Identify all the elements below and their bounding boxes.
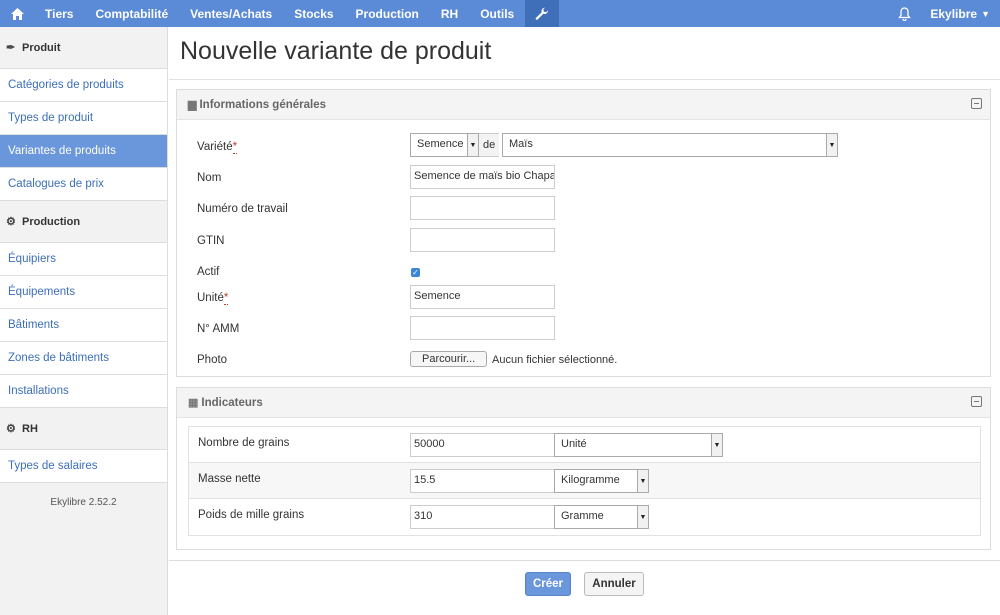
sidebar-section-produit: ✒ Produit [0, 27, 167, 69]
indicator-row: Masse nette 15.5 Kilogramme ▼ [189, 463, 980, 499]
indicator-label: Nombre de grains [198, 437, 290, 449]
gtin-label: GTIN [197, 235, 225, 247]
general-info-panel: ▆ Informations générales Variété* Semenc… [176, 89, 991, 377]
nav-outils[interactable]: Outils [469, 0, 525, 27]
indicator-unit-select[interactable]: Kilogramme ▼ [554, 469, 649, 493]
indicator-row: Nombre de grains 50000 Unité ▼ [189, 427, 980, 463]
select-arrow-icon: ▼ [826, 134, 837, 156]
caret-down-icon: ▼ [981, 8, 990, 19]
user-name: Ekylibre [930, 6, 978, 21]
collapse-icon[interactable] [971, 396, 982, 407]
sidebar-section-title: Produit [22, 41, 61, 54]
required-marker: * [232, 141, 238, 154]
required-marker: * [223, 292, 229, 305]
select-arrow-icon: ▼ [467, 134, 478, 156]
unit-label: Unité [197, 292, 224, 304]
feather-icon: ✒ [6, 42, 16, 54]
nav-tiers[interactable]: Tiers [34, 0, 84, 27]
sidebar-item-categories-produits[interactable]: Catégories de produits [0, 69, 167, 102]
sidebar-item-zones-batiments[interactable]: Zones de bâtiments [0, 342, 167, 375]
nav-ventes-achats[interactable]: Ventes/Achats [179, 0, 283, 27]
sidebar-item-equipiers[interactable]: Équipiers [0, 243, 167, 276]
sidebar-item-catalogues-prix[interactable]: Catalogues de prix [0, 168, 167, 201]
bell-icon[interactable] [886, 0, 922, 27]
panel-title: Indicateurs [201, 396, 263, 409]
variety-de-label: de [479, 133, 500, 157]
amm-label: N° AMM [197, 323, 240, 335]
amm-input[interactable] [410, 316, 555, 340]
main-content: Nouvelle variante de produit ▆ Informati… [169, 27, 1000, 615]
sidebar-item-installations[interactable]: Installations [0, 375, 167, 408]
general-info-header: ▆ Informations générales [177, 90, 990, 120]
indicator-label: Poids de mille grains [198, 509, 305, 521]
sidebar-item-variantes-produits[interactable]: Variantes de produits [0, 135, 167, 168]
work-number-label: Numéro de travail [197, 203, 288, 215]
sidebar-item-types-produit[interactable]: Types de produit [0, 102, 167, 135]
book-icon: ▆ [188, 99, 197, 111]
nav-production[interactable]: Production [345, 0, 430, 27]
name-input[interactable]: Semence de maïs bio Chapa [410, 165, 555, 189]
indicators-panel: ▦ Indicateurs Nombre de grains 50000 Uni… [176, 387, 991, 550]
name-label: Nom [197, 172, 222, 184]
field-photo: Photo Parcourir... Aucun fichier sélecti… [177, 345, 992, 376]
indicator-value-input[interactable]: 310 [410, 505, 555, 529]
cogs-icon: ⚙ [6, 216, 16, 228]
photo-label: Photo [197, 354, 228, 366]
indicators-table: Nombre de grains 50000 Unité ▼ Masse net… [188, 426, 981, 536]
sidebar-item-batiments[interactable]: Bâtiments [0, 309, 167, 342]
nav-stocks[interactable]: Stocks [283, 0, 344, 27]
indicator-value-input[interactable]: 15.5 [410, 469, 555, 493]
grid-icon: ▦ [188, 397, 199, 409]
select-arrow-icon: ▼ [711, 434, 722, 456]
field-nom: Nom Semence de maïs bio Chapa [177, 163, 992, 194]
browse-file-button[interactable]: Parcourir... [410, 351, 488, 367]
page-title: Nouvelle variante de produit [180, 37, 492, 65]
sidebar-section-title: RH [22, 422, 38, 435]
unit-input[interactable]: Semence [410, 285, 555, 309]
field-numero-travail: Numéro de travail [177, 194, 992, 225]
indicator-unit-select[interactable]: Unité ▼ [554, 433, 723, 457]
collapse-icon[interactable] [971, 98, 982, 109]
gear-icon: ⚙ [6, 423, 16, 435]
home-icon[interactable] [0, 0, 34, 27]
field-amm: N° AMM [177, 314, 992, 345]
select-arrow-icon: ▼ [637, 470, 648, 492]
active-checkbox[interactable]: ✓ [411, 268, 420, 277]
file-status: Aucun fichier sélectionné. [492, 354, 618, 366]
wrench-icon[interactable] [525, 0, 560, 27]
field-unite: Unité* Semence [177, 283, 992, 314]
sidebar-section-title: Production [22, 215, 81, 228]
sidebar-item-types-salaires[interactable]: Types de salaires [0, 450, 167, 483]
version-label: Ekylibre 2.52.2 [50, 497, 117, 508]
variety-select[interactable]: Semence ▼ [410, 133, 479, 157]
select-arrow-icon: ▼ [637, 506, 648, 528]
sidebar-section-rh: ⚙ RH [0, 408, 167, 450]
user-menu[interactable]: Ekylibre ▼ [922, 0, 1000, 27]
variety-label: Variété [197, 141, 233, 153]
nav-rh[interactable]: RH [430, 0, 469, 27]
variety-parent-select[interactable]: Maïs ▼ [502, 133, 838, 157]
field-variete: Variété* Semence ▼ de Maïs ▼ [177, 132, 992, 163]
gtin-input[interactable] [410, 228, 555, 252]
sidebar-section-production: ⚙ Production [0, 201, 167, 243]
indicator-unit-select[interactable]: Gramme ▼ [554, 505, 649, 529]
field-gtin: GTIN [177, 226, 992, 257]
sidebar-item-equipements[interactable]: Équipements [0, 276, 167, 309]
sidebar: ✒ Produit Catégories de produits Types d… [0, 27, 168, 615]
work-number-input[interactable] [410, 196, 555, 220]
form-actions: Créer Annuler [169, 560, 1000, 615]
indicator-label: Masse nette [198, 473, 261, 485]
panel-title: Informations générales [199, 98, 327, 111]
indicator-value-input[interactable]: 50000 [410, 433, 555, 457]
top-navbar: Tiers Comptabilité Ventes/Achats Stocks … [0, 0, 1000, 27]
indicator-row: Poids de mille grains 310 Gramme ▼ [189, 499, 980, 535]
cancel-button[interactable]: Annuler [584, 572, 644, 596]
indicators-header: ▦ Indicateurs [177, 388, 990, 418]
active-label: Actif [197, 266, 220, 278]
create-button[interactable]: Créer [525, 572, 571, 596]
nav-comptabilite[interactable]: Comptabilité [84, 0, 179, 27]
